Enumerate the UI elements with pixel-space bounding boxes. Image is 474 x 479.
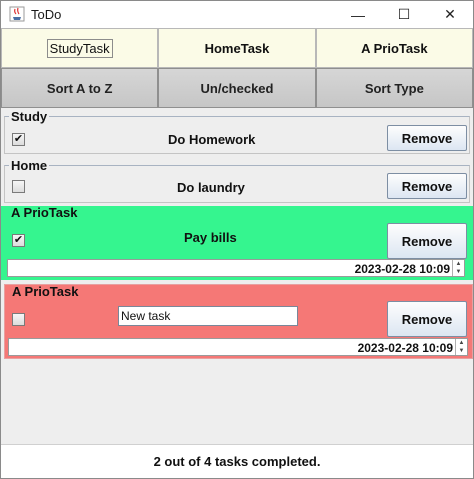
due-date-field[interactable]: 2023-02-28 10:09 ▲ ▼ [7, 259, 465, 277]
task-checkbox[interactable] [12, 313, 25, 326]
spinner-down-icon[interactable]: ▼ [453, 268, 464, 276]
task-name: Pay bills [184, 230, 237, 245]
home-task-button[interactable]: HomeTask [158, 28, 316, 68]
minimize-button[interactable]: — [335, 1, 381, 28]
task-group-label: Home [9, 158, 50, 173]
task-name-input[interactable] [118, 306, 298, 326]
task-name: Do Homework [168, 132, 256, 147]
maximize-button[interactable]: ☐ [381, 1, 427, 28]
task-list: Study ✔ Do Homework Remove Home Do laund… [1, 108, 473, 444]
sort-a-to-z-button[interactable]: Sort A to Z [1, 68, 159, 108]
date-spinner[interactable]: ▲ ▼ [455, 339, 467, 355]
window-title: ToDo [31, 7, 62, 22]
remove-button[interactable]: Remove [387, 223, 467, 259]
task-checkbox[interactable] [12, 180, 25, 193]
due-date-field[interactable]: 2023-02-28 10:09 ▲ ▼ [8, 338, 468, 356]
task-checkbox[interactable]: ✔ [12, 234, 25, 247]
prio-task-button[interactable]: A PrioTask [315, 28, 473, 68]
task-item-prio-1: A PrioTask ✔ Pay bills Remove 2023-02-28… [1, 206, 473, 280]
home-task-label: HomeTask [204, 40, 270, 56]
date-spinner[interactable]: ▲ ▼ [452, 260, 464, 276]
remove-button[interactable]: Remove [387, 173, 467, 199]
spinner-up-icon[interactable]: ▲ [453, 260, 464, 268]
due-date-value: 2023-02-28 10:09 [357, 341, 453, 355]
remove-button[interactable]: Remove [387, 125, 467, 151]
spinner-down-icon[interactable]: ▼ [456, 347, 467, 355]
java-cup-icon [9, 6, 25, 22]
remove-label: Remove [401, 233, 453, 249]
task-checkbox[interactable]: ✔ [12, 133, 25, 146]
sort-toolbar: Sort A to Z Un/checked Sort Type [1, 68, 473, 108]
maximize-icon: ☐ [397, 6, 411, 22]
completion-status: 2 out of 4 tasks completed. [153, 454, 321, 469]
task-item-study: Study ✔ Do Homework Remove [4, 110, 470, 154]
study-task-label: StudyTask [46, 38, 113, 58]
task-group-label: A PrioTask [10, 284, 81, 299]
minimize-icon: — [351, 6, 365, 23]
due-date-value: 2023-02-28 10:09 [354, 262, 450, 276]
close-button[interactable]: ✕ [427, 1, 473, 28]
spinner-up-icon[interactable]: ▲ [456, 339, 467, 347]
task-name: Do laundry [177, 180, 245, 195]
title-bar: ToDo — ☐ ✕ [1, 1, 473, 28]
task-group-label: Study [9, 109, 50, 124]
sort-a-to-z-label: Sort A to Z [46, 80, 113, 96]
remove-label: Remove [401, 178, 453, 194]
task-item-home: Home Do laundry Remove [4, 159, 470, 203]
todo-window: ToDo — ☐ ✕ StudyTask HomeTask A PrioTask… [0, 0, 474, 479]
remove-label: Remove [401, 311, 453, 327]
remove-button[interactable]: Remove [387, 301, 467, 337]
sort-type-label: Sort Type [364, 80, 424, 96]
add-task-toolbar: StudyTask HomeTask A PrioTask [1, 28, 473, 68]
close-icon: ✕ [444, 6, 456, 22]
task-item-prio-2: A PrioTask Remove 2023-02-28 10:09 ▲ ▼ [4, 284, 473, 359]
sort-checked-label: Un/checked [200, 80, 274, 96]
task-group-label: A PrioTask [9, 205, 80, 220]
status-bar: 2 out of 4 tasks completed. [1, 444, 473, 478]
remove-label: Remove [401, 130, 453, 146]
study-task-button[interactable]: StudyTask [1, 28, 159, 68]
prio-task-label: A PrioTask [361, 40, 428, 56]
sort-checked-button[interactable]: Un/checked [158, 68, 316, 108]
sort-type-button[interactable]: Sort Type [315, 68, 473, 108]
